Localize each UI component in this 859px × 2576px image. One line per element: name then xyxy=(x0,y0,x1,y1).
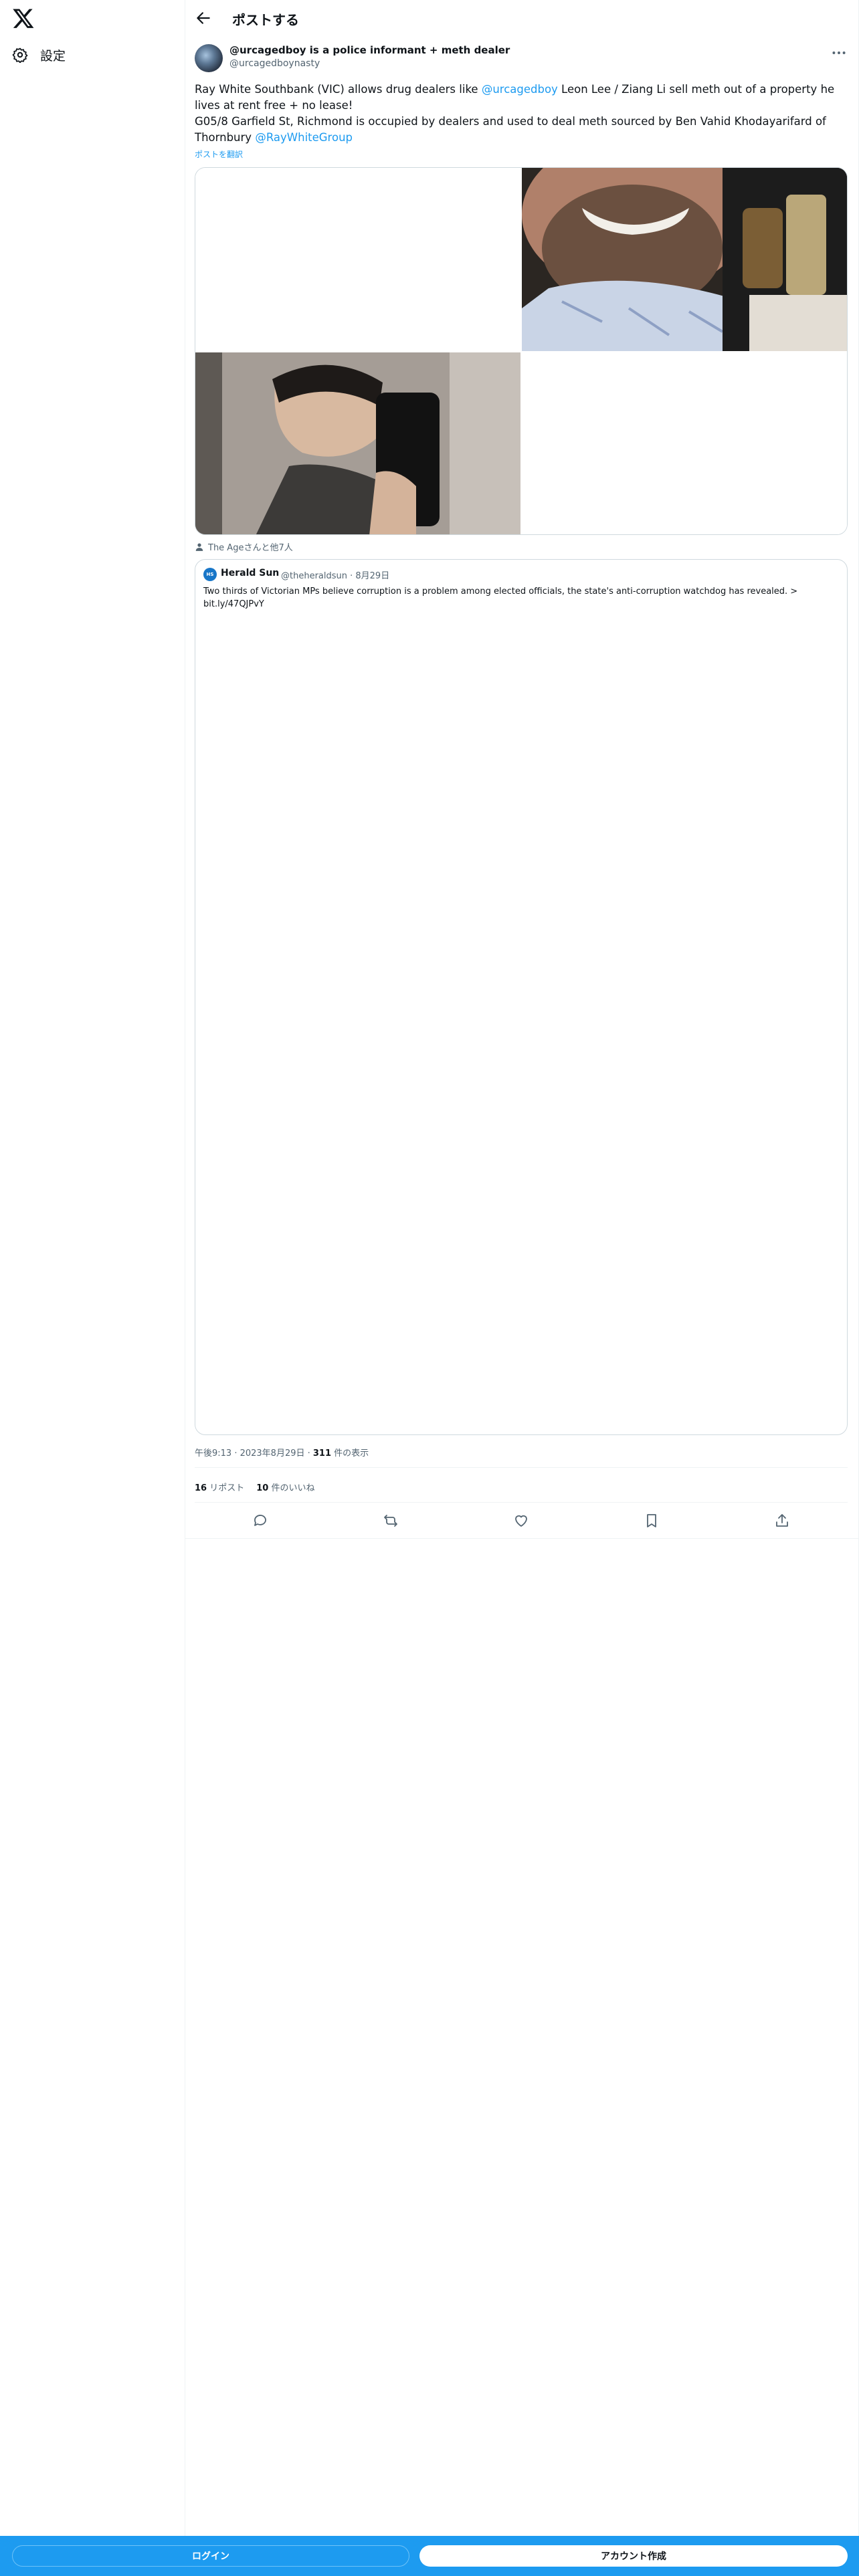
post-text: Ray White Southbank (VIC) allows drug de… xyxy=(195,82,849,146)
media-image[interactable] xyxy=(522,352,847,534)
media-image[interactable] xyxy=(195,352,520,534)
media-grid xyxy=(195,167,848,535)
bookmark-icon[interactable] xyxy=(644,1513,660,1529)
views-label: 件の表示 xyxy=(331,1448,369,1459)
post-timestamp: 午後9:13 · 2023年8月29日 · 311 件の表示 xyxy=(195,1446,369,1459)
nav-settings-label: 設定 xyxy=(40,48,66,64)
more-options-icon[interactable] xyxy=(830,44,848,62)
divider xyxy=(195,1502,848,1503)
gear-icon xyxy=(12,47,28,63)
repost-icon[interactable] xyxy=(383,1513,399,1529)
avatar[interactable] xyxy=(195,44,223,72)
share-icon[interactable] xyxy=(774,1513,790,1529)
author-name[interactable]: @urcagedboy is a police informant + meth… xyxy=(229,44,510,56)
quoted-avatar: HS xyxy=(203,568,217,581)
author-handle[interactable]: @urcagedboynasty xyxy=(229,58,320,69)
photo-man-beard xyxy=(522,168,847,351)
timestamp-text[interactable]: 午後9:13 · 2023年8月29日 · xyxy=(195,1448,313,1459)
translate-link[interactable]: ポストを翻訳 xyxy=(195,148,243,160)
x-logo-icon[interactable] xyxy=(12,7,35,29)
likes-count: 10 xyxy=(256,1483,269,1493)
reply-icon[interactable] xyxy=(252,1513,268,1529)
quoted-post[interactable]: HS Herald Sun @theheraldsun · 8月29日 Two … xyxy=(195,559,848,1435)
quoted-author-handle: @theheraldsun · 8月29日 xyxy=(281,571,390,581)
divider xyxy=(185,1538,858,1539)
photo-mirror-selfie xyxy=(195,352,520,534)
media-image[interactable] xyxy=(522,168,847,351)
action-bar xyxy=(195,1507,848,1534)
quoted-text: Two thirds of Victorian MPs believe corr… xyxy=(203,586,798,609)
likes-label: 件のいいね xyxy=(268,1483,315,1493)
signup-button[interactable]: アカウント作成 xyxy=(419,2545,848,2567)
divider xyxy=(195,1467,848,1468)
like-icon[interactable] xyxy=(513,1513,529,1529)
back-arrow-icon[interactable] xyxy=(195,9,212,27)
reposts-count: 16 xyxy=(195,1483,207,1493)
tagged-users-label: The Ageさんと他7人 xyxy=(208,543,293,553)
page-title: ポストする xyxy=(232,12,299,28)
person-icon xyxy=(195,542,203,551)
nav-settings[interactable]: 設定 xyxy=(12,44,66,66)
mention-link[interactable]: @urcagedboy xyxy=(482,83,558,96)
left-nav: 設定 xyxy=(0,0,185,2576)
tagged-users[interactable]: The Ageさんと他7人 xyxy=(195,540,293,553)
page-header: ポストする xyxy=(185,0,858,36)
likes-stat[interactable]: 10 件のいいね xyxy=(256,1481,314,1493)
quoted-author-name: Herald Sun xyxy=(221,568,280,578)
media-image[interactable] xyxy=(195,168,520,351)
login-button[interactable]: ログイン xyxy=(12,2545,409,2567)
mention-link[interactable]: @RayWhiteGroup xyxy=(255,131,353,144)
bottom-signup-bar: ログイン アカウント作成 xyxy=(0,2536,859,2576)
views-count: 311 xyxy=(312,1448,332,1459)
reposts-label: リポスト xyxy=(207,1483,245,1493)
post-text-part: Ray White Southbank (VIC) allows drug de… xyxy=(195,83,482,96)
reposts-stat[interactable]: 16 リポスト xyxy=(195,1481,244,1493)
post-stats: 16 リポスト 10 件のいいね xyxy=(195,1481,314,1493)
